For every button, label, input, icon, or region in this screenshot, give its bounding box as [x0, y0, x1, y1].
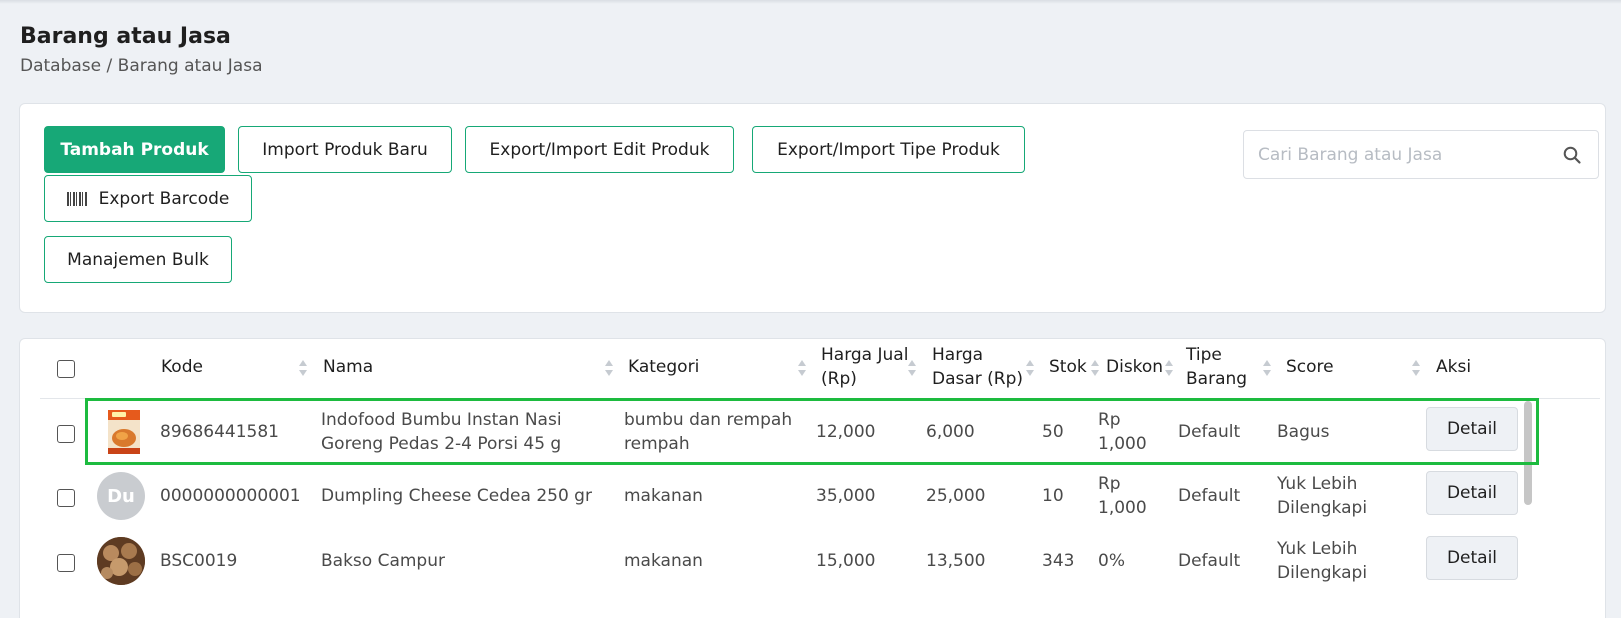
row-checkbox[interactable] [57, 554, 75, 572]
cell-score-line2: Dilengkapi [1277, 563, 1368, 583]
cell-score-line1: Bagus [1277, 422, 1330, 442]
top-shadow [0, 0, 1621, 4]
cell-kode: BSC0019 [160, 551, 238, 571]
column-header-diskon[interactable]: Diskon [1106, 355, 1163, 379]
column-header-nama[interactable]: Nama [323, 355, 373, 379]
table-row: Du 0000000000001 Dumpling Cheese Cedea 2… [20, 464, 1605, 528]
page-title: Barang atau Jasa [20, 24, 231, 49]
cell-diskon-line2: 1,000 [1098, 498, 1147, 518]
cell-diskon: Rp 1,000 [1098, 408, 1147, 456]
cell-score: Yuk Lebih Dilengkapi [1277, 537, 1367, 585]
cell-harga-jual: 12,000 [816, 422, 876, 442]
product-avatar: Du [97, 472, 145, 520]
cell-score: Yuk Lebih Dilengkapi [1277, 472, 1367, 520]
sort-icon[interactable] [908, 360, 916, 376]
sort-icon[interactable] [1263, 360, 1271, 376]
export-import-product-type-button[interactable]: Export/Import Tipe Produk [752, 126, 1025, 173]
cell-score: Bagus [1277, 420, 1330, 444]
cell-kategori-line2: rempah [624, 434, 690, 454]
cell-stok: 10 [1042, 486, 1064, 506]
cell-harga-dasar: 6,000 [926, 422, 975, 442]
sort-icon[interactable] [1165, 360, 1173, 376]
column-header-kategori[interactable]: Kategori [628, 355, 699, 379]
cell-nama-line1: Indofood Bumbu Instan Nasi [321, 410, 562, 430]
product-table: Kode Nama Kategori Harga Jual (Rp) Harga… [19, 338, 1606, 618]
seasoning-package-icon [108, 410, 140, 454]
column-header-stok[interactable]: Stok [1049, 355, 1087, 379]
cell-score-line1: Yuk Lebih [1277, 474, 1358, 494]
detail-button[interactable]: Detail [1426, 407, 1518, 451]
cell-kategori: makanan [624, 551, 703, 571]
table-scrollbar[interactable] [1524, 401, 1532, 505]
toolbar-card: Tambah Produk Import Produk Baru Export/… [19, 103, 1606, 313]
column-header-harga-jual-line2: (Rp) [821, 369, 857, 389]
cell-diskon-line1: Rp [1098, 410, 1121, 430]
cell-harga-jual: 15,000 [816, 551, 876, 571]
cell-kode: 0000000000001 [160, 486, 301, 506]
cell-tipe: Default [1178, 422, 1241, 442]
sort-icon[interactable] [1412, 360, 1420, 376]
cell-nama: Bakso Campur [321, 551, 445, 571]
breadcrumb: Database / Barang atau Jasa [20, 56, 263, 76]
add-product-button[interactable]: Tambah Produk [44, 126, 225, 173]
cell-kode: 89686441581 [160, 422, 279, 442]
detail-button[interactable]: Detail [1426, 471, 1518, 515]
search-icon[interactable] [1562, 145, 1582, 165]
product-thumbnail [97, 537, 145, 585]
export-barcode-button[interactable]: Export Barcode [44, 175, 252, 222]
row-checkbox[interactable] [57, 489, 75, 507]
header-divider [40, 398, 1600, 399]
cell-harga-dasar: 25,000 [926, 486, 986, 506]
sort-icon[interactable] [798, 360, 806, 376]
row-checkbox[interactable] [57, 425, 75, 443]
cell-kategori: bumbu dan rempah rempah [624, 408, 792, 456]
select-all-checkbox[interactable] [57, 360, 75, 378]
cell-harga-jual: 35,000 [816, 486, 876, 506]
table-row: BSC0019 Bakso Campur makanan 15,000 13,5… [20, 529, 1605, 593]
sort-icon[interactable] [605, 360, 613, 376]
column-header-tipe-line1: Tipe [1186, 345, 1222, 365]
export-import-edit-product-button[interactable]: Export/Import Edit Produk [465, 126, 734, 173]
search-box [1243, 130, 1599, 179]
cell-score-line2: Dilengkapi [1277, 498, 1368, 518]
sort-icon[interactable] [1026, 360, 1034, 376]
sort-icon[interactable] [299, 360, 307, 376]
cell-nama: Indofood Bumbu Instan Nasi Goreng Pedas … [321, 408, 562, 456]
cell-diskon-line2: 1,000 [1098, 434, 1147, 454]
detail-button[interactable]: Detail [1426, 536, 1518, 580]
column-header-harga-dasar-line2: Dasar (Rp) [932, 369, 1024, 389]
column-header-harga-dasar-line1: Harga [932, 345, 984, 365]
cell-harga-dasar: 13,500 [926, 551, 986, 571]
column-header-tipe-line2: Barang [1186, 369, 1248, 389]
export-barcode-label: Export Barcode [98, 188, 230, 209]
column-header-harga-jual-line1: Harga Jual [821, 345, 909, 365]
cell-nama: Dumpling Cheese Cedea 250 gr [321, 486, 592, 506]
cell-tipe: Default [1178, 486, 1241, 506]
barcode-icon [66, 191, 87, 206]
cell-kategori-line1: bumbu dan rempah [624, 410, 793, 430]
product-thumbnail [104, 408, 144, 456]
column-header-harga-dasar[interactable]: Harga Dasar (Rp) [932, 343, 1023, 391]
bulk-management-button[interactable]: Manajemen Bulk [44, 236, 232, 283]
cell-score-line1: Yuk Lebih [1277, 539, 1358, 559]
cell-tipe: Default [1178, 551, 1241, 571]
column-header-tipe-barang[interactable]: Tipe Barang [1186, 343, 1247, 391]
cell-kategori: makanan [624, 486, 703, 506]
column-header-score[interactable]: Score [1286, 355, 1334, 379]
column-header-harga-jual[interactable]: Harga Jual (Rp) [821, 343, 908, 391]
sort-icon[interactable] [1091, 360, 1099, 376]
cell-diskon: 0% [1098, 551, 1125, 571]
search-input[interactable] [1258, 131, 1558, 178]
import-new-product-button[interactable]: Import Produk Baru [238, 126, 452, 173]
column-header-kode[interactable]: Kode [161, 355, 203, 379]
column-header-aksi: Aksi [1436, 357, 1472, 377]
cell-diskon-line1: Rp [1098, 474, 1121, 494]
cell-stok: 50 [1042, 422, 1064, 442]
meatball-photo-icon [97, 537, 145, 585]
table-row: 89686441581 Indofood Bumbu Instan Nasi G… [20, 400, 1605, 464]
cell-diskon: Rp 1,000 [1098, 472, 1147, 520]
cell-nama-line2: Goreng Pedas 2-4 Porsi 45 g [321, 434, 562, 454]
cell-stok: 343 [1042, 551, 1075, 571]
